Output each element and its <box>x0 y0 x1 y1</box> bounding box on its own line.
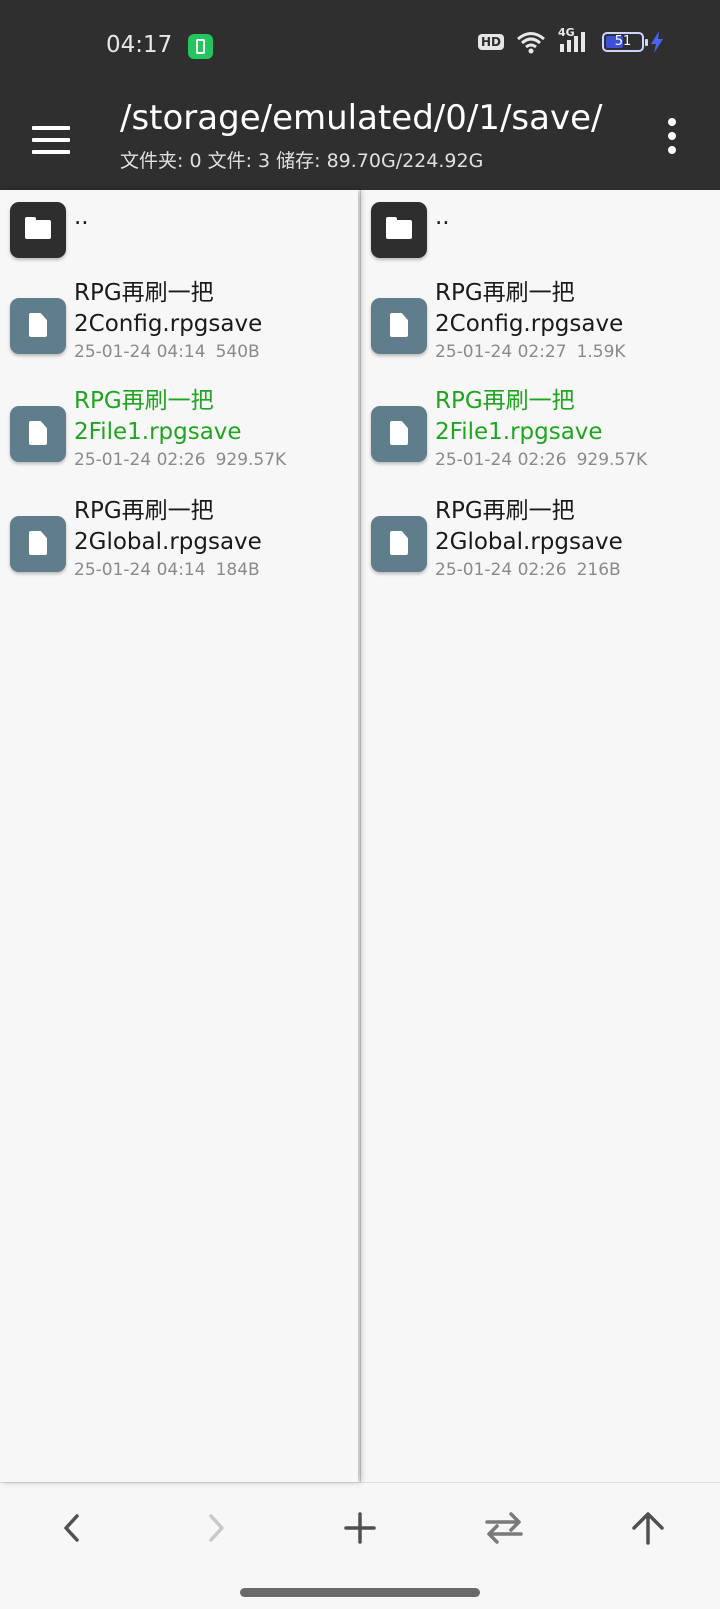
parent-folder-label: .. <box>435 204 450 230</box>
file-name: RPG再刷一把 2Global.rpgsave <box>435 498 623 555</box>
file-date: 25-01-24 02:26 <box>435 450 567 470</box>
status-time: 04:17 <box>106 32 173 58</box>
bottom-action-bar <box>0 1482 720 1609</box>
signal-icon: 4G <box>558 26 590 54</box>
up-directory-button[interactable] <box>608 1483 688 1573</box>
file-date: 25-01-24 02:26 <box>435 560 567 580</box>
status-icons: HD 4G 51 <box>477 26 664 54</box>
battery-level: 51 <box>614 34 632 49</box>
file-meta: 25-01-24 04:14 540B <box>74 342 260 362</box>
more-options-button[interactable] <box>656 114 688 158</box>
file-name: RPG再刷一把 2Config.rpgsave <box>435 280 624 337</box>
file-meta: 25-01-24 02:26 216B <box>435 560 621 580</box>
path-info: 文件夹: 0 文件: 3 储存: 89.70G/224.92G <box>120 150 484 172</box>
file-meta: 25-01-24 02:26 929.57K <box>435 450 647 470</box>
left-pane[interactable]: .. RPG再刷一把 2Config.rpgsave 25-01-24 04:1… <box>0 190 358 1482</box>
app-header: 04:17 HD 4G 51 /storage/emulated/0/1/sav… <box>0 0 720 190</box>
file-meta: 25-01-24 02:27 1.59K <box>435 342 626 362</box>
file-meta: 25-01-24 02:26 929.57K <box>74 450 286 470</box>
file-date: 25-01-24 04:14 <box>74 560 206 580</box>
file-size: 540B <box>215 342 260 362</box>
chevron-left-icon <box>64 1514 79 1542</box>
swap-icon <box>485 1512 523 1544</box>
right-pane[interactable]: .. RPG再刷一把 2Config.rpgsave 25-01-24 02:2… <box>360 190 720 1482</box>
wifi-icon <box>517 32 545 54</box>
file-icon <box>371 406 427 462</box>
file-icon <box>10 406 66 462</box>
file-size: 184B <box>215 560 260 580</box>
home-indicator[interactable] <box>240 1588 480 1597</box>
more-vert-icon <box>668 118 676 126</box>
file-meta: 25-01-24 04:14 184B <box>74 560 260 580</box>
file-size: 929.57K <box>576 450 648 470</box>
swap-panes-button[interactable] <box>464 1483 544 1573</box>
file-item[interactable]: RPG再刷一把 2Config.rpgsave 25-01-24 02:27 1.… <box>361 278 720 374</box>
current-path: /storage/emulated/0/1/save/ <box>120 98 603 138</box>
notification-app-icon <box>188 34 213 59</box>
folder-icon <box>371 202 427 258</box>
file-name: RPG再刷一把 2Config.rpgsave <box>74 280 263 337</box>
back-button[interactable] <box>32 1483 112 1573</box>
menu-button[interactable] <box>32 116 80 164</box>
parent-folder-item[interactable]: .. <box>0 202 358 262</box>
chevron-right-icon <box>209 1514 224 1542</box>
file-name-highlighted: RPG再刷一把 2File1.rpgsave <box>435 388 603 445</box>
file-item[interactable]: RPG再刷一把 2File1.rpgsave 25-01-24 02:26 929… <box>0 386 358 482</box>
add-button[interactable] <box>320 1483 400 1573</box>
status-bar: 04:17 HD 4G 51 <box>0 0 720 90</box>
charging-icon <box>651 31 663 53</box>
file-date: 25-01-24 02:26 <box>74 450 206 470</box>
file-date: 25-01-24 02:27 <box>435 342 567 362</box>
file-name-highlighted: RPG再刷一把 2File1.rpgsave <box>74 388 242 445</box>
file-name: RPG再刷一把 2Global.rpgsave <box>74 498 262 555</box>
forward-button[interactable] <box>176 1483 256 1573</box>
file-icon <box>10 298 66 354</box>
file-item[interactable]: RPG再刷一把 2Config.rpgsave 25-01-24 04:14 54… <box>0 278 358 374</box>
toolbar: /storage/emulated/0/1/save/ 文件夹: 0 文件: 3… <box>0 90 720 190</box>
file-item[interactable]: RPG再刷一把 2File1.rpgsave 25-01-24 02:26 929… <box>361 386 720 482</box>
file-size: 216B <box>576 560 621 580</box>
file-size: 929.57K <box>215 450 287 470</box>
file-size: 1.59K <box>576 342 626 362</box>
parent-folder-item[interactable]: .. <box>361 202 720 262</box>
file-icon <box>371 516 427 572</box>
file-item[interactable]: RPG再刷一把 2Global.rpgsave 25-01-24 02:26 21… <box>361 496 720 592</box>
file-date: 25-01-24 04:14 <box>74 342 206 362</box>
plus-icon <box>344 1512 376 1544</box>
file-item[interactable]: RPG再刷一把 2Global.rpgsave 25-01-24 04:14 18… <box>0 496 358 592</box>
parent-folder-label: .. <box>74 204 89 230</box>
file-icon <box>371 298 427 354</box>
hd-voice-icon: HD <box>477 34 504 50</box>
hamburger-icon <box>32 126 70 130</box>
arrow-up-icon <box>632 1512 664 1545</box>
file-icon <box>10 516 66 572</box>
battery-icon: 51 <box>602 32 648 52</box>
folder-icon <box>10 202 66 258</box>
